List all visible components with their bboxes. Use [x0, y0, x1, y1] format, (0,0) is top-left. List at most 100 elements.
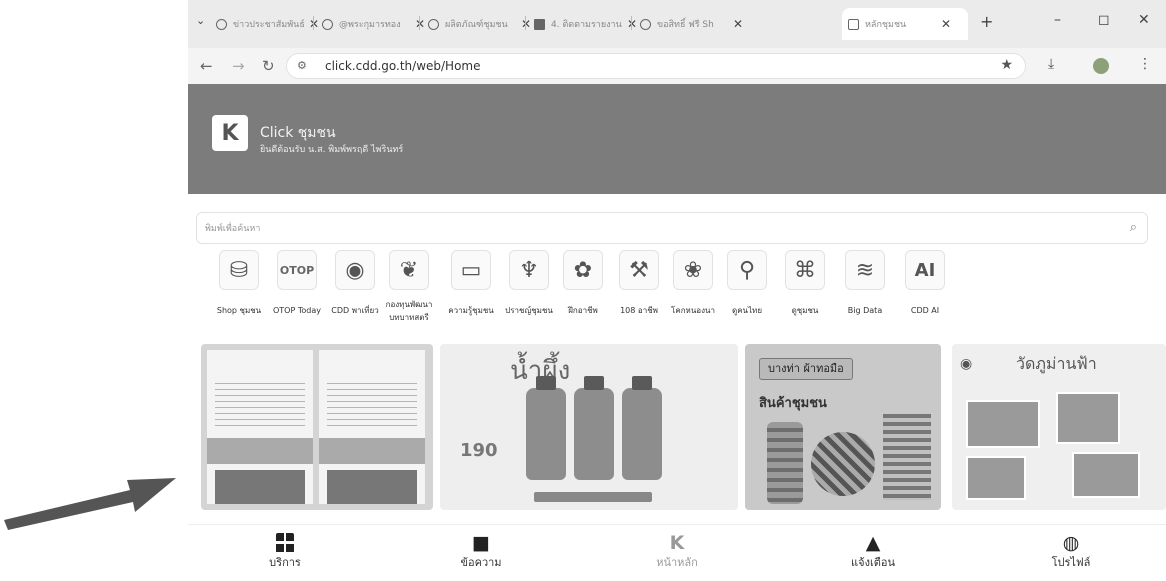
book-icon: ▭ — [451, 250, 491, 290]
piggy-bank-icon: ✿ — [563, 250, 603, 290]
globe-icon — [428, 18, 439, 30]
banner-title: วัดภูม่านฟ้า — [1016, 354, 1097, 373]
search-input[interactable] — [205, 219, 1105, 239]
forward-icon[interactable]: → — [232, 57, 245, 75]
globe-icon — [640, 18, 651, 30]
annotation-arrow-icon — [4, 478, 176, 530]
temple-photo — [966, 400, 1040, 448]
newsletter-photo — [327, 470, 417, 504]
tab-separator — [525, 16, 526, 30]
browser-tab[interactable]: 4. ติดตามรายงาน ✕ — [528, 8, 643, 40]
nav-profile[interactable]: ◍ โปรไฟล์ — [1026, 531, 1116, 571]
temple-photo — [1056, 392, 1120, 444]
newsletter-photo — [215, 470, 305, 504]
map-pin-icon: ◉ — [335, 250, 375, 290]
search-icon[interactable]: ⌕ — [1130, 220, 1137, 235]
message-icon: ■ — [472, 532, 490, 554]
newsletter-banner[interactable] — [201, 344, 433, 510]
banner-caption-strip — [534, 492, 652, 502]
nav-notifications[interactable]: ▲ แจ้งเตือน — [828, 531, 918, 571]
woven-pattern-image — [811, 432, 875, 496]
menu-icon[interactable]: ⋮ — [1138, 56, 1152, 72]
nav-services[interactable]: บริการ — [240, 531, 330, 571]
profile-icon: ◍ — [1062, 532, 1080, 554]
shop-bag-icon: ⛁ — [219, 250, 259, 290]
nav-label: ข้อความ — [460, 556, 502, 569]
bottle-image — [526, 376, 566, 480]
community-map-icon: ⌘ — [785, 250, 825, 290]
banner-price: 190 — [460, 440, 498, 461]
back-icon[interactable]: ← — [200, 57, 213, 75]
address-bar[interactable]: ⚙ click.cdd.go.th/web/Home ★ — [286, 53, 1026, 79]
nav-label: บริการ — [269, 556, 301, 569]
drink-banner[interactable]: น้ำผึ้ง 190 — [440, 344, 738, 510]
app-title: Click ชุมชน — [260, 125, 336, 141]
bottle-image — [574, 376, 614, 480]
career-icon: ⚒ — [619, 250, 659, 290]
site-icon — [848, 18, 859, 30]
service-women-fund[interactable]: ❦ กองทุนพัฒนาบทบาทสตรี — [374, 250, 444, 324]
tab-separator — [419, 16, 420, 30]
bottom-navigation: บริการ ■ ข้อความ K หน้าหลัก ▲ แจ้งเตือน … — [188, 524, 1166, 581]
home-logo-icon: K — [669, 532, 685, 554]
globe-icon — [216, 18, 227, 30]
sprout-icon: ❀ — [673, 250, 713, 290]
sheet-icon — [534, 18, 545, 30]
big-data-icon: ≋ — [845, 250, 885, 290]
ai-icon: AI — [905, 250, 945, 290]
url-text[interactable]: click.cdd.go.th/web/Home — [325, 59, 480, 73]
browser-tab[interactable]: ผลิตภัณฑ์ชุมชน ✕ — [422, 8, 537, 40]
service-label: กองทุนพัฒนาบทบาทสตรี — [385, 300, 433, 322]
sage-icon: ♆ — [509, 250, 549, 290]
browser-tab[interactable]: @พระกุมารทอง ✕ — [316, 8, 431, 40]
newsletter-text — [215, 378, 305, 430]
woven-cloth-image — [883, 414, 931, 500]
tab-title: ขอสิทธิ์ ฟรี Sh — [657, 20, 714, 30]
bottle-image — [622, 376, 662, 480]
close-icon[interactable]: ✕ — [941, 17, 951, 31]
find-person-icon: ⚲ — [727, 250, 767, 290]
tab-title: 4. ติดตามรายงาน — [551, 20, 622, 30]
nav-messages[interactable]: ■ ข้อความ — [436, 531, 526, 571]
browser-tab-strip: ⌄ ข่าวประชาสัมพันธ์ ✕ @พระกุมารทอง ✕ ผลิ… — [188, 0, 1166, 48]
banner-title: บางท่า ผ้าทอมือ — [759, 358, 853, 380]
new-tab-button[interactable]: + — [980, 12, 993, 31]
temple-photo — [966, 456, 1026, 500]
close-window-button[interactable]: ✕ — [1138, 12, 1150, 28]
tab-title: ผลิตภัณฑ์ชุมชน — [445, 20, 508, 30]
textile-banner[interactable]: บางท่า ผ้าทอมือ สินค้าชุมชน — [745, 344, 941, 510]
bookmark-star-icon[interactable]: ★ — [1000, 57, 1013, 73]
nav-home[interactable]: K หน้าหลัก — [632, 531, 722, 571]
maximize-button[interactable]: ◻ — [1098, 12, 1110, 28]
minimize-button[interactable]: – — [1054, 12, 1061, 28]
tab-title: ข่าวประชาสัมพันธ์ — [233, 20, 305, 30]
browser-tab-active[interactable]: หลักชุมชน ✕ — [842, 8, 968, 40]
download-icon[interactable]: ⤓ — [1048, 56, 1054, 72]
browser-toolbar: ← → ↻ ⚙ click.cdd.go.th/web/Home ★ ⤓ ⋮ — [188, 48, 1166, 84]
banner-subtitle: สินค้าชุมชน — [759, 396, 827, 411]
logo-icon: K — [221, 120, 239, 146]
browser-tab[interactable]: ขอสิทธิ์ ฟรี Sh ✕ — [634, 8, 749, 40]
nav-label: แจ้งเตือน — [851, 556, 895, 569]
newsletter-page — [207, 350, 313, 504]
nav-label: หน้าหลัก — [656, 556, 698, 569]
grid-icon — [240, 531, 330, 555]
reload-icon[interactable]: ↻ — [262, 57, 275, 75]
bell-icon: ▲ — [865, 532, 881, 554]
chevron-down-icon[interactable]: ⌄ — [196, 14, 205, 27]
otop-logo-icon: OTOP — [277, 250, 317, 290]
page-header: K Click ชุมชน ยินดีต้อนรับ น.ส. พิมพ์พรฤ… — [188, 84, 1166, 194]
temple-banner[interactable]: ◉ วัดภูม่านฟ้า — [952, 344, 1166, 510]
tab-title: หลักชุมชน — [865, 20, 907, 30]
app-logo[interactable]: K — [212, 115, 248, 151]
tab-separator — [313, 16, 314, 30]
profile-avatar[interactable] — [1093, 58, 1109, 74]
welcome-text: ยินดีต้อนรับ น.ส. พิมพ์พรฤดี ไพรินทร์ — [260, 145, 404, 155]
site-settings-icon[interactable]: ⚙ — [297, 59, 307, 72]
service-cdd-ai[interactable]: AI CDD AI — [890, 250, 960, 317]
search-box: ⌕ — [196, 212, 1148, 244]
close-icon[interactable]: ✕ — [733, 17, 743, 31]
newsletter-text — [327, 378, 417, 430]
browser-tab[interactable]: ข่าวประชาสัมพันธ์ ✕ — [210, 8, 325, 40]
newsletter-ribbon — [319, 438, 425, 464]
